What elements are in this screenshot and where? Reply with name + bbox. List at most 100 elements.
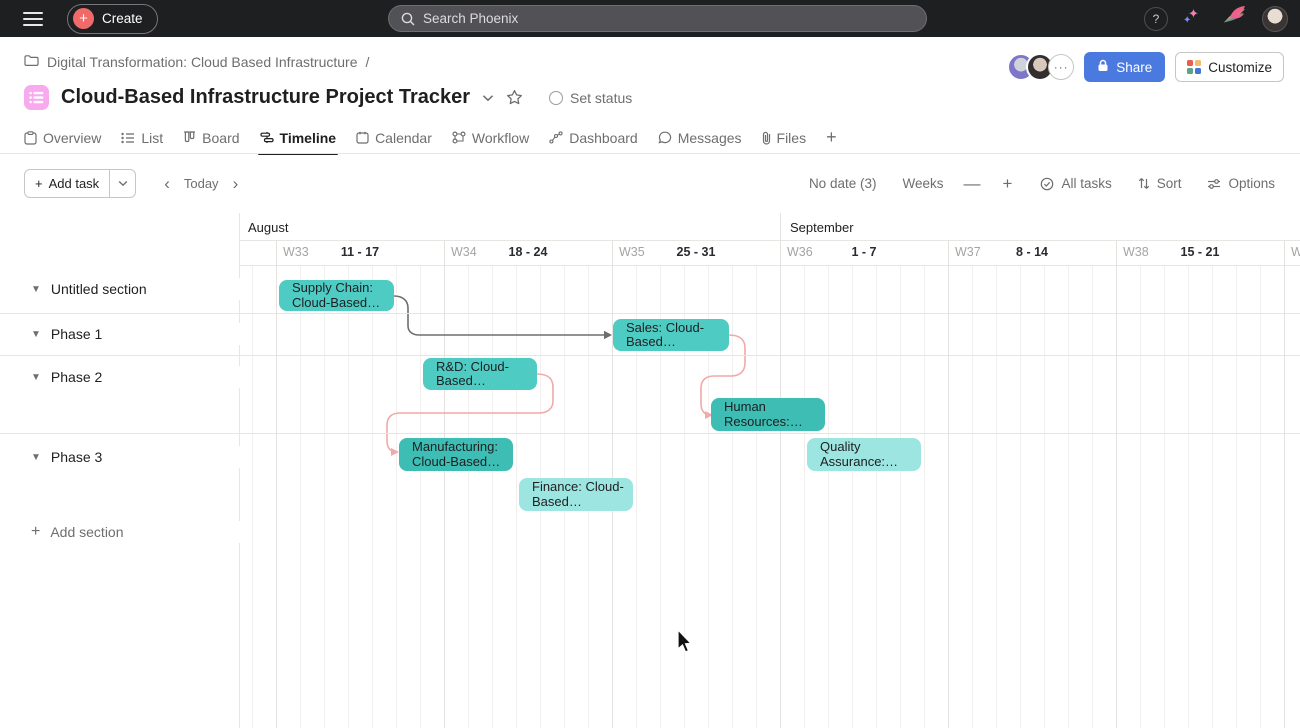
- help-button[interactable]: ?: [1144, 7, 1168, 31]
- status-circle-icon: [549, 91, 563, 105]
- week-range-label: 25 - 31: [612, 245, 780, 259]
- task-label: Human Resources:…: [724, 400, 821, 429]
- title-row: Cloud-Based Infrastructure Project Track…: [24, 85, 632, 110]
- options-button[interactable]: Options: [1207, 176, 1275, 191]
- tab-overview[interactable]: Overview: [16, 123, 109, 153]
- zoom-out-button[interactable]: —: [962, 174, 983, 194]
- tab-messages[interactable]: Messages: [650, 123, 750, 153]
- section-label: Phase 2: [51, 369, 102, 385]
- grid-line: [468, 265, 469, 728]
- project-list-icon[interactable]: [24, 85, 49, 110]
- next-period-button[interactable]: ›: [227, 174, 245, 194]
- mouse-cursor: [676, 629, 696, 655]
- grid-line: [756, 265, 757, 728]
- share-button[interactable]: Share: [1084, 52, 1165, 82]
- grid-line: [828, 265, 829, 728]
- tab-list[interactable]: List: [113, 123, 171, 153]
- section-row-phase-1[interactable]: ▼Phase 1: [0, 323, 240, 345]
- section-row-phase-3[interactable]: ▼ Phase 3: [0, 446, 240, 468]
- tabs-row: Overview List Board Timeline Calendar Wo…: [16, 122, 1300, 153]
- section-row-untitled-section[interactable]: ▼Untitled section: [0, 278, 240, 300]
- task-bar-sales[interactable]: Sales: Cloud-Based…: [613, 319, 729, 351]
- task-label: Quality Assurance:…: [820, 440, 917, 469]
- toolbar-right: No date (3) Weeks — + All tasks Sort Opt…: [809, 174, 1275, 194]
- customize-icon: [1187, 60, 1201, 74]
- task-bar-quality-assurance[interactable]: Quality Assurance:…: [807, 438, 921, 471]
- task-label: Finance: Cloud-Based…: [532, 480, 629, 509]
- add-section-button[interactable]: +Add section: [0, 521, 240, 543]
- header-actions: ··· Share Customize: [1007, 52, 1284, 82]
- tab-files[interactable]: Files: [754, 123, 815, 153]
- add-task-dropdown[interactable]: [109, 170, 135, 197]
- more-members-button[interactable]: ···: [1048, 54, 1074, 80]
- grid-line: [1020, 265, 1021, 728]
- week-range-label: 11 - 17: [276, 245, 444, 259]
- search-input[interactable]: Search Phoenix: [388, 5, 927, 32]
- week-range-label: 1 - 7: [780, 245, 948, 259]
- grid-line: [396, 265, 397, 728]
- sort-button[interactable]: Sort: [1138, 176, 1182, 191]
- chevron-down-icon[interactable]: [482, 94, 494, 102]
- tab-timeline[interactable]: Timeline: [252, 123, 345, 153]
- tab-workflow[interactable]: Workflow: [444, 123, 537, 153]
- grid-line: [1068, 265, 1069, 728]
- timeline-canvas[interactable]: ▼Untitled section▼Phase 1▼Phase 2▼Phase …: [0, 213, 1300, 728]
- no-date-button[interactable]: No date (3): [809, 176, 877, 191]
- grid-line: [348, 265, 349, 728]
- collapse-section-icon[interactable]: ▼: [31, 329, 41, 340]
- month-label: August: [248, 220, 288, 235]
- plus-icon: +: [31, 523, 40, 541]
- grid-line: [804, 265, 805, 728]
- collapse-section-icon[interactable]: ▼: [31, 452, 41, 463]
- ai-sparkles-icon[interactable]: ✦✦: [1182, 8, 1204, 30]
- grid-line: [1212, 265, 1213, 728]
- add-tab-button[interactable]: +: [818, 127, 845, 148]
- section-label: Phase 3: [51, 449, 102, 465]
- prev-period-button[interactable]: ‹: [158, 174, 176, 194]
- collapse-section-icon[interactable]: ▼: [31, 372, 41, 383]
- task-bar-supply-chain[interactable]: Supply Chain: Cloud-Based…: [279, 280, 394, 311]
- user-avatar[interactable]: [1262, 6, 1288, 32]
- grid-line: [492, 265, 493, 728]
- tab-dashboard[interactable]: Dashboard: [541, 123, 646, 153]
- tab-board[interactable]: Board: [175, 123, 247, 153]
- task-bar-human-resources[interactable]: Human Resources:…: [711, 398, 825, 431]
- share-button-label: Share: [1116, 60, 1152, 75]
- all-tasks-filter-button[interactable]: All tasks: [1040, 176, 1111, 191]
- star-icon[interactable]: [506, 89, 523, 106]
- customize-button[interactable]: Customize: [1175, 52, 1284, 82]
- zoom-level-button[interactable]: Weeks: [902, 176, 943, 191]
- grid-line: [972, 265, 973, 728]
- grid-line: [516, 265, 517, 728]
- week-range-label: 18 - 24: [444, 245, 612, 259]
- grid-line: [900, 265, 901, 728]
- task-bar-manufacturing[interactable]: Manufacturing: Cloud-Based…: [399, 438, 513, 471]
- grid-line: [420, 265, 421, 728]
- task-bar-finance[interactable]: Finance: Cloud-Based…: [519, 478, 633, 511]
- set-status-button[interactable]: Set status: [549, 90, 632, 106]
- task-bar-rnd[interactable]: R&D: Cloud-Based…: [423, 358, 537, 390]
- week-range-label: 8 - 14: [948, 245, 1116, 259]
- today-button[interactable]: Today: [176, 176, 227, 191]
- app-window: + Create Search Phoenix ? ✦✦: [0, 0, 1300, 728]
- add-task-button[interactable]: +Add task: [24, 169, 136, 198]
- search-placeholder: Search Phoenix: [423, 11, 518, 26]
- lock-icon: [1097, 59, 1109, 75]
- grid-line: [996, 265, 997, 728]
- collapse-section-icon[interactable]: ▼: [31, 284, 41, 295]
- task-label: Manufacturing: Cloud-Based…: [412, 440, 509, 469]
- header-divider: [240, 265, 1300, 266]
- zoom-in-button[interactable]: +: [1001, 174, 1015, 194]
- breadcrumb-project-link[interactable]: Digital Transformation: Cloud Based Infr…: [47, 54, 357, 70]
- sidebar-toggle-icon[interactable]: [23, 12, 43, 26]
- create-button[interactable]: + Create: [67, 4, 158, 34]
- tab-calendar[interactable]: Calendar: [348, 123, 440, 153]
- week-number-label: W39: [1291, 245, 1300, 259]
- member-facepile[interactable]: ···: [1007, 53, 1074, 81]
- section-panel: ▼Untitled section▼Phase 1▼Phase 2▼Phase …: [0, 213, 240, 728]
- section-row-phase-2[interactable]: ▼ Phase 2: [0, 366, 240, 388]
- grid-line: [852, 265, 853, 728]
- search-icon: [401, 12, 415, 26]
- phoenix-logo-icon[interactable]: [1218, 3, 1248, 34]
- month-divider-line: [780, 213, 781, 240]
